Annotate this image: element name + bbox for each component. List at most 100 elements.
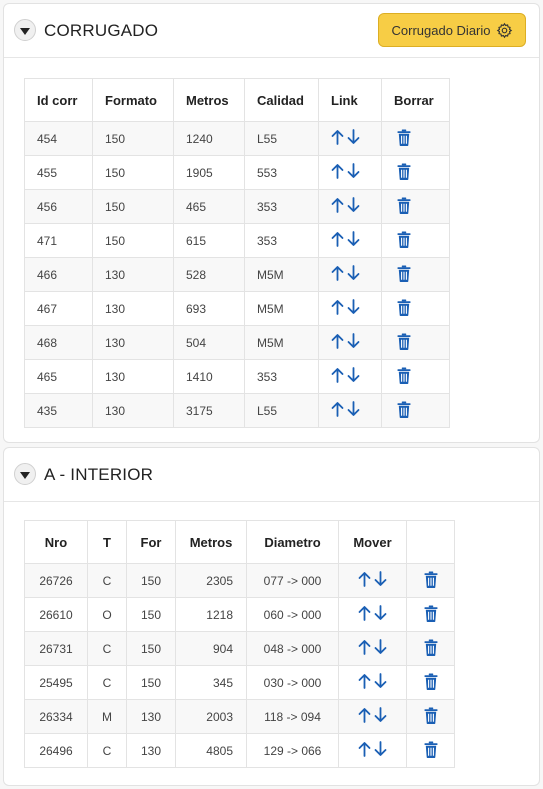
cell-metros: 904 xyxy=(175,631,247,666)
trash-icon[interactable] xyxy=(397,129,411,149)
gear-icon xyxy=(496,22,513,39)
link-up-down-button[interactable] xyxy=(331,367,360,386)
arrow-up-icon xyxy=(331,163,344,182)
cell-for: 130 xyxy=(126,733,176,768)
trash-icon[interactable] xyxy=(397,333,411,353)
arrow-down-icon xyxy=(347,401,360,420)
trash-icon[interactable] xyxy=(397,231,411,251)
trash-icon[interactable] xyxy=(397,163,411,183)
link-cell xyxy=(318,393,382,428)
cell-metros: 2305 xyxy=(175,563,247,598)
cell-diametro: 060 -> 000 xyxy=(246,597,339,632)
cell-diametro: 077 -> 000 xyxy=(246,563,339,598)
move-up-down-button[interactable] xyxy=(358,571,387,590)
borrar-cell xyxy=(381,223,450,258)
cell-calidad: M5M xyxy=(244,291,319,326)
arrow-down-icon xyxy=(374,571,387,590)
cell-id-corr: 435 xyxy=(24,393,93,428)
cell-metros: 1410 xyxy=(173,359,245,394)
cell-diametro: 129 -> 066 xyxy=(246,733,339,768)
trash-icon[interactable] xyxy=(424,741,438,761)
trash-icon[interactable] xyxy=(424,639,438,659)
cell-id-corr: 454 xyxy=(24,121,93,156)
cell-calidad: M5M xyxy=(244,325,319,360)
trash-icon[interactable] xyxy=(397,367,411,387)
table-header-row: Id corr Formato Metros Calidad Link Borr… xyxy=(24,78,450,122)
move-up-down-button[interactable] xyxy=(358,639,387,658)
arrow-up-icon xyxy=(358,741,371,760)
cell-for: 130 xyxy=(126,699,176,734)
arrow-up-icon xyxy=(358,673,371,692)
link-cell xyxy=(318,223,382,258)
link-up-down-button[interactable] xyxy=(331,333,360,352)
corrugado-panel-header: CORRUGADO Corrugado Diario xyxy=(4,4,539,58)
cell-nro: 26731 xyxy=(24,631,88,666)
link-up-down-button[interactable] xyxy=(331,163,360,182)
link-cell xyxy=(318,325,382,360)
cell-diametro: 118 -> 094 xyxy=(246,699,339,734)
cell-t: C xyxy=(87,631,127,666)
mover-cell xyxy=(338,699,407,734)
link-up-down-button[interactable] xyxy=(331,231,360,250)
trash-icon[interactable] xyxy=(397,299,411,319)
corrugado-diario-button[interactable]: Corrugado Diario xyxy=(378,13,526,47)
column-header-metros: Metros xyxy=(175,520,247,564)
move-up-down-button[interactable] xyxy=(358,707,387,726)
link-up-down-button[interactable] xyxy=(331,401,360,420)
corrugado-panel: CORRUGADO Corrugado Diario Id corr Forma… xyxy=(3,3,540,443)
cell-formato: 130 xyxy=(92,359,174,394)
link-up-down-button[interactable] xyxy=(331,129,360,148)
trash-icon[interactable] xyxy=(424,571,438,591)
borrar-cell xyxy=(381,393,450,428)
trash-icon[interactable] xyxy=(424,707,438,727)
column-header-actions xyxy=(406,520,455,564)
cell-id-corr: 455 xyxy=(24,155,93,190)
arrow-down-icon xyxy=(347,197,360,216)
cell-id-corr: 456 xyxy=(24,189,93,224)
cell-nro: 25495 xyxy=(24,665,88,700)
delete-cell xyxy=(406,631,455,666)
trash-icon[interactable] xyxy=(424,605,438,625)
table-row: 455 150 1905 553 xyxy=(24,155,450,190)
cell-metros: 2003 xyxy=(175,699,247,734)
cell-t: M xyxy=(87,699,127,734)
cell-t: C xyxy=(87,665,127,700)
table-row: 26726 C 150 2305 077 -> 000 xyxy=(24,563,455,598)
borrar-cell xyxy=(381,155,450,190)
arrow-up-icon xyxy=(331,333,344,352)
link-up-down-button[interactable] xyxy=(331,299,360,318)
trash-icon[interactable] xyxy=(397,197,411,217)
interior-table: Nro T For Metros Diametro Mover 26726 C 15… xyxy=(24,520,455,768)
link-up-down-button[interactable] xyxy=(331,265,360,284)
trash-icon[interactable] xyxy=(397,401,411,421)
cell-metros: 345 xyxy=(175,665,247,700)
interior-panel: A - INTERIOR Nro T For Metros Diametro M… xyxy=(3,447,540,786)
table-row: 471 150 615 353 xyxy=(24,223,450,258)
borrar-cell xyxy=(381,359,450,394)
collapse-toggle-corrugado[interactable] xyxy=(14,19,36,41)
mover-cell xyxy=(338,563,407,598)
cell-formato: 150 xyxy=(92,189,174,224)
cell-id-corr: 468 xyxy=(24,325,93,360)
move-up-down-button[interactable] xyxy=(358,673,387,692)
arrow-down-icon xyxy=(374,673,387,692)
move-up-down-button[interactable] xyxy=(358,741,387,760)
cell-calidad: 553 xyxy=(244,155,319,190)
table-row: 456 150 465 353 xyxy=(24,189,450,224)
link-up-down-button[interactable] xyxy=(331,197,360,216)
column-header-mover: Mover xyxy=(338,520,407,564)
trash-icon[interactable] xyxy=(397,265,411,285)
link-cell xyxy=(318,359,382,394)
cell-id-corr: 471 xyxy=(24,223,93,258)
column-header-id-corr: Id corr xyxy=(24,78,93,122)
collapse-toggle-interior[interactable] xyxy=(14,463,36,485)
arrow-up-icon xyxy=(331,299,344,318)
trash-icon[interactable] xyxy=(424,673,438,693)
cell-calidad: L55 xyxy=(244,121,319,156)
cell-metros: 528 xyxy=(173,257,245,292)
cell-nro: 26334 xyxy=(24,699,88,734)
table-row: 26334 M 130 2003 118 -> 094 xyxy=(24,699,455,734)
move-up-down-button[interactable] xyxy=(358,605,387,624)
corrugado-table: Id corr Formato Metros Calidad Link Borr… xyxy=(24,78,450,428)
cell-id-corr: 466 xyxy=(24,257,93,292)
